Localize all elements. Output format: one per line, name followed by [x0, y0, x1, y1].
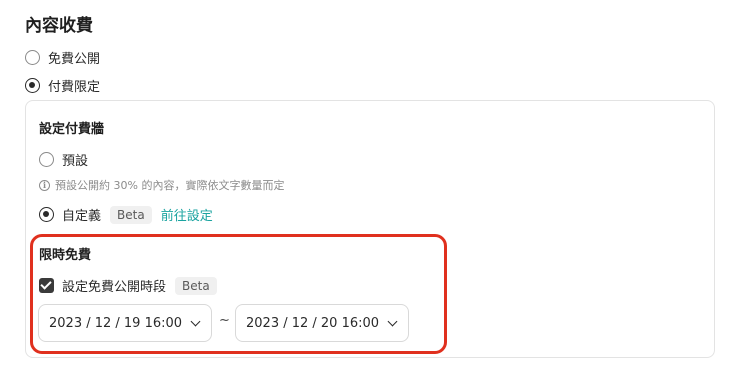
go-to-settings-link[interactable]: 前往設定	[161, 205, 213, 224]
radio-paywall-default[interactable]: 預設	[39, 150, 88, 169]
free-period-checkbox-label: 設定免費公開時段	[62, 280, 167, 295]
paywall-default-hint: i 預設公開約 30% 的內容，實際依文字數量而定	[39, 177, 284, 193]
section-title: 內容收費	[25, 16, 93, 36]
radio-free-public-label: 免費公開	[48, 52, 101, 67]
beta-badge: Beta	[175, 276, 217, 295]
info-icon: i	[39, 179, 50, 191]
beta-badge: Beta	[110, 205, 152, 224]
radio-checked-icon[interactable]	[39, 207, 54, 222]
end-datetime-picker[interactable]: 2023 / 12 / 20 16:00	[235, 304, 409, 342]
radio-paid-only[interactable]: 付費限定	[25, 76, 100, 95]
end-datetime-value: 2023 / 12 / 20 16:00	[246, 315, 380, 331]
start-datetime-picker[interactable]: 2023 / 12 / 19 16:00	[38, 304, 212, 342]
radio-paywall-default-label: 預設	[62, 154, 89, 169]
free-period-checkbox[interactable]: 設定免費公開時段 Beta	[39, 276, 217, 295]
limited-free-title: 限時免費	[39, 248, 92, 263]
radio-checked-icon[interactable]	[25, 78, 40, 93]
checkbox-checked-icon[interactable]	[39, 278, 54, 293]
radio-free-public[interactable]: 免費公開	[25, 48, 100, 67]
chevron-down-icon	[190, 316, 201, 326]
chevron-down-icon	[387, 316, 398, 326]
radio-unchecked-icon[interactable]	[39, 152, 54, 167]
radio-unchecked-icon[interactable]	[25, 50, 40, 65]
start-datetime-value: 2023 / 12 / 19 16:00	[49, 315, 183, 331]
radio-paywall-custom-label: 自定義	[62, 209, 102, 224]
radio-paid-only-label: 付費限定	[48, 80, 101, 95]
radio-paywall-custom[interactable]: 自定義 Beta 前往設定	[39, 205, 213, 224]
paywall-default-hint-text: 預設公開約 30% 的內容，實際依文字數量而定	[55, 179, 285, 192]
range-separator: ~	[219, 313, 230, 328]
paywall-title: 設定付費牆	[39, 122, 105, 137]
